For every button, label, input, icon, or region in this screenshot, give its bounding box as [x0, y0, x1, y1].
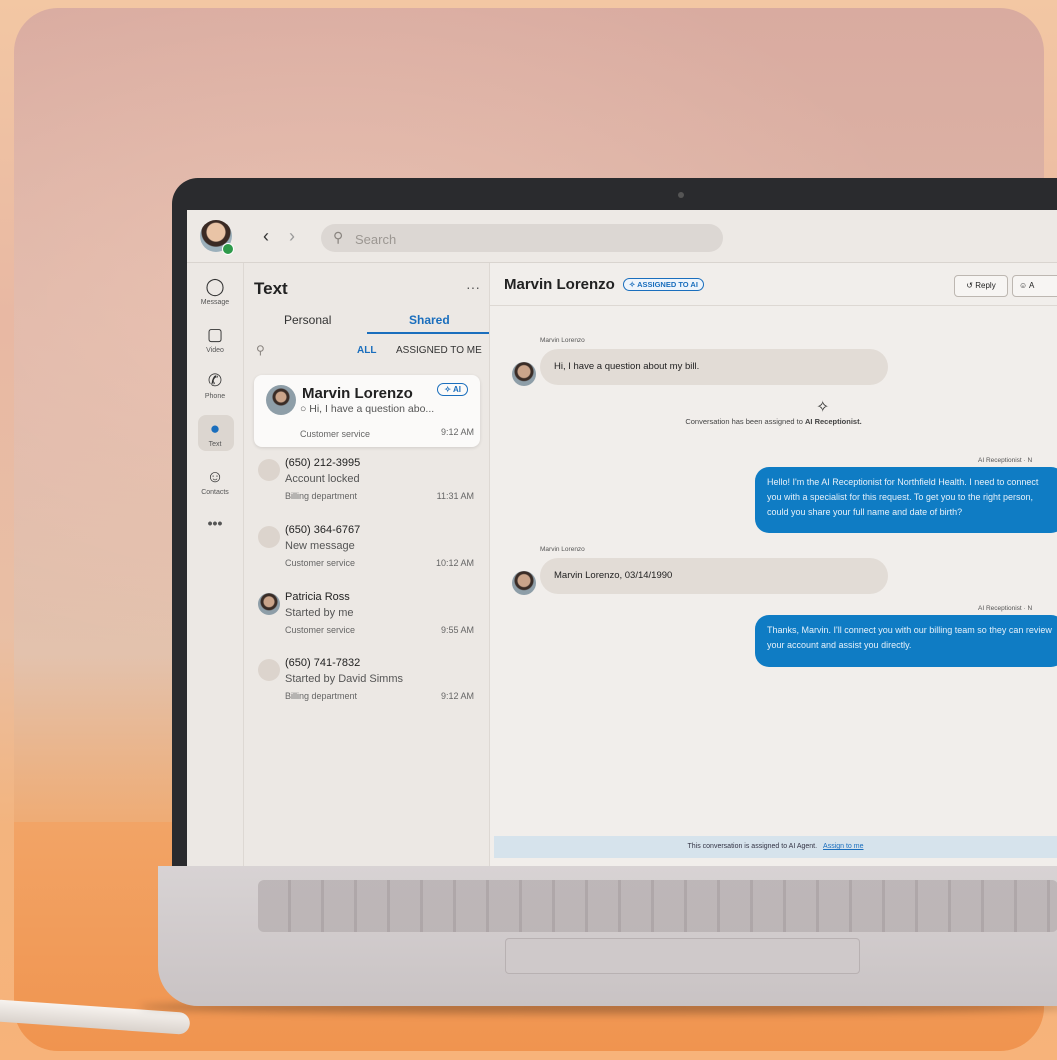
- reply-label: Reply: [975, 281, 996, 290]
- avatar: [512, 571, 536, 595]
- banner-text: This conversation is assigned to AI Agen…: [687, 843, 818, 850]
- app-window: ‹ › ⚲ ◯ Message ▢ Video ✆ Phone ●: [187, 210, 1057, 866]
- chat-bubble-icon: ●: [209, 419, 221, 438]
- ai-sender-label: AI Receptionist · N: [978, 457, 1033, 464]
- ai-badge: ✧ AI: [437, 383, 468, 396]
- more-options-icon[interactable]: ···: [466, 279, 480, 295]
- chat-pane: Marvin Lorenzo ✧ ASSIGNED TO AI ↺ Reply …: [490, 263, 1057, 866]
- system-text: Conversation has been assigned to: [685, 417, 805, 426]
- rail-item-contacts[interactable]: ☺ Contacts: [187, 467, 243, 496]
- conversation-list-pane: Text ··· Personal Shared ⚲ ALL ASSIGNED …: [244, 263, 490, 866]
- contacts-icon: ☺: [206, 467, 224, 486]
- rail-label: Phone: [204, 393, 226, 400]
- assign-label: A: [1028, 281, 1035, 290]
- contact-name: Patricia Ross: [285, 591, 350, 603]
- badge-text: ASSIGNED TO AI: [637, 280, 698, 289]
- conversation-item[interactable]: (650) 741-7832 Started by David Simms Bi…: [254, 657, 480, 719]
- assignment-banner: This conversation is assigned to AI Agen…: [494, 836, 1057, 858]
- rail-item-message[interactable]: ◯ Message: [187, 277, 243, 306]
- timestamp: 11:31 AM: [436, 491, 474, 501]
- nav-rail: ◯ Message ▢ Video ✆ Phone ● Text ☺ Conta…: [187, 263, 244, 866]
- sparkle-icon: ✧: [816, 399, 830, 416]
- tab-shared[interactable]: Shared: [409, 313, 450, 327]
- message-preview: Account locked: [285, 473, 360, 485]
- rail-label: Video: [206, 347, 224, 354]
- contact-name: Marvin Lorenzo: [302, 385, 413, 402]
- rail-label: Contacts: [201, 489, 229, 496]
- search-bar[interactable]: ⚲: [321, 224, 723, 252]
- assign-button[interactable]: ☺ A: [1012, 275, 1057, 297]
- conversation-item-selected[interactable]: Marvin Lorenzo ○ Hi, I have a question a…: [254, 375, 480, 447]
- assign-to-me-link[interactable]: Assign to me: [823, 843, 863, 850]
- timestamp: 10:12 AM: [435, 558, 474, 568]
- back-arrow-icon[interactable]: ‹: [263, 226, 269, 247]
- ai-sender-label: AI Receptionist · N: [978, 605, 1033, 612]
- avatar: [258, 593, 280, 615]
- conversation-item[interactable]: Patricia Ross Started by me Customer ser…: [254, 591, 480, 653]
- avatar: [258, 659, 280, 681]
- avatar: [512, 362, 536, 386]
- timestamp: 9:12 AM: [440, 691, 474, 701]
- message-icon: ◯: [205, 277, 225, 296]
- more-icon: •••: [207, 515, 223, 531]
- top-bar: ‹ › ⚲: [187, 210, 1057, 263]
- search-input[interactable]: [353, 228, 707, 250]
- contact-name: (650) 212-3995: [285, 457, 361, 469]
- keyboard: [258, 880, 1057, 932]
- department: Customer service: [285, 558, 356, 568]
- avatar: [258, 526, 280, 548]
- system-text-bold: AI Receptionist.: [804, 417, 862, 426]
- department: Customer service: [285, 625, 356, 635]
- status-check-icon: [222, 243, 234, 255]
- rail-item-phone[interactable]: ✆ Phone: [187, 371, 243, 400]
- ai-badge-text: AI: [453, 385, 461, 394]
- rail-item-text[interactable]: ● Text: [187, 415, 243, 451]
- phone-icon: ✆: [207, 371, 223, 390]
- department: Billing department: [285, 491, 358, 501]
- pane-title: Text: [254, 279, 288, 298]
- incoming-message: Marvin Lorenzo, 03/14/1990: [540, 558, 888, 594]
- sender-name: Marvin Lorenzo: [540, 546, 585, 553]
- forward-arrow-icon[interactable]: ›: [289, 226, 295, 247]
- message-preview: Started by David Simms: [285, 673, 403, 685]
- trackpad: [505, 938, 860, 974]
- contact-name: (650) 741-7832: [285, 657, 361, 669]
- tab-underline: [367, 332, 489, 334]
- assigned-to-ai-badge: ✧ ASSIGNED TO AI: [623, 278, 704, 291]
- webcam: [678, 192, 684, 198]
- department: Customer service: [300, 429, 371, 439]
- chat-contact-name: Marvin Lorenzo: [504, 276, 615, 293]
- timestamp: 9:12 AM: [440, 427, 474, 437]
- department: Billing department: [285, 691, 358, 701]
- chat-header: Marvin Lorenzo ✧ ASSIGNED TO AI ↺ Reply …: [490, 263, 1057, 306]
- background-scene: ‹ › ⚲ ◯ Message ▢ Video ✆ Phone ●: [0, 0, 1057, 1060]
- rail-label: Text: [208, 441, 222, 448]
- timestamp: 9:55 AM: [440, 625, 474, 635]
- tab-personal[interactable]: Personal: [284, 313, 331, 327]
- conversation-item[interactable]: (650) 212-3995 Account locked Billing de…: [254, 457, 480, 519]
- rail-label: Message: [200, 299, 230, 306]
- message-preview: Started by me: [285, 607, 354, 619]
- filter-search-icon[interactable]: ⚲: [256, 343, 265, 357]
- video-icon: ▢: [206, 325, 224, 344]
- filter-all[interactable]: ALL: [357, 345, 376, 356]
- reply-button[interactable]: ↺ Reply: [954, 275, 1008, 297]
- incoming-message: Hi, I have a question about my bill.: [540, 349, 888, 385]
- message-preview: ○ Hi, I have a question abo...: [300, 403, 435, 415]
- avatar: [266, 385, 296, 415]
- sender-name: Marvin Lorenzo: [540, 337, 585, 344]
- avatar: [258, 459, 280, 481]
- outgoing-message: Hello! I'm the AI Receptionist for North…: [755, 467, 1057, 533]
- preview-text: Hi, I have a question abo...: [309, 403, 435, 415]
- contact-name: (650) 364-6767: [285, 524, 361, 536]
- rail-item-more[interactable]: •••: [187, 515, 243, 531]
- message-preview: New message: [285, 540, 355, 552]
- search-icon: ⚲: [333, 229, 344, 245]
- outgoing-message: Thanks, Marvin. I'll connect you with ou…: [755, 615, 1057, 667]
- filter-assigned-to-me[interactable]: ASSIGNED TO ME: [396, 345, 482, 356]
- conversation-item[interactable]: (650) 364-6767 New message Customer serv…: [254, 524, 480, 586]
- system-message: Conversation has been assigned to AI Rec…: [490, 417, 1057, 426]
- rail-item-video[interactable]: ▢ Video: [187, 325, 243, 354]
